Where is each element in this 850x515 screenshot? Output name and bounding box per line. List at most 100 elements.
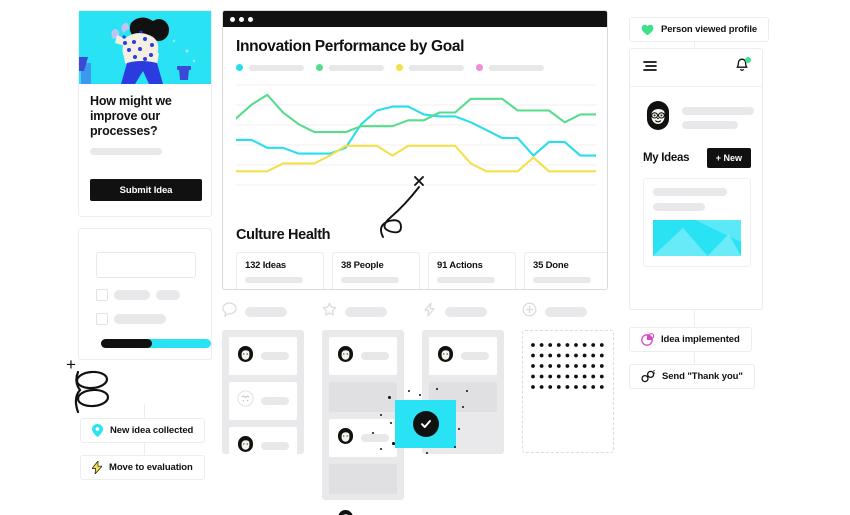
chart-title: Innovation Performance by Goal — [236, 38, 465, 55]
kanban-card[interactable] — [329, 501, 397, 515]
legend-item-2[interactable] — [316, 64, 384, 71]
badge-new-idea-collected[interactable]: New idea collected — [80, 418, 206, 443]
connector-left-1 — [144, 404, 145, 418]
kanban-column-header[interactable] — [422, 302, 504, 322]
profile-text-placeholders — [682, 106, 754, 129]
chart-series-1 — [234, 105, 598, 157]
stat-card-2[interactable]: 38 People — [332, 252, 420, 289]
stat-label: 132 Ideas — [245, 260, 286, 271]
kanban-column-body — [322, 330, 404, 515]
stat-card-3[interactable]: 91 Actions — [428, 252, 516, 290]
sparkle-dot — [380, 448, 382, 450]
card-title-ph — [261, 397, 289, 405]
kanban-column-header[interactable] — [322, 302, 404, 322]
kanban-dropzone[interactable] — [522, 330, 614, 453]
stat-sub-ph — [533, 277, 591, 283]
preview-image — [653, 220, 741, 256]
checkbox-2[interactable] — [96, 313, 108, 325]
badge-send-thank-you[interactable]: Send "Thank you" — [629, 364, 755, 389]
badge-idea-implemented[interactable]: Idea implemented — [629, 327, 752, 352]
canvas: How might we improve our processes? Subm… — [0, 0, 850, 515]
preview-meta-ph — [653, 203, 705, 211]
bell-badge — [745, 56, 751, 63]
menu-icon[interactable] — [643, 59, 658, 77]
dot-grid-icon — [531, 343, 604, 389]
submit-idea-button[interactable]: Submit Idea — [90, 179, 202, 201]
kanban-column-2 — [322, 302, 404, 515]
window-close-dot[interactable] — [230, 16, 235, 22]
sparkle-dot — [419, 394, 421, 396]
badge-label: Idea implemented — [661, 334, 740, 345]
stat-bar — [437, 289, 503, 290]
checkbox-1[interactable] — [96, 289, 108, 301]
progress-bar-fill — [101, 339, 152, 348]
window-maximize-dot[interactable] — [248, 16, 253, 22]
dashboard-browser-window: Innovation Performance by Goal Culture H… — [222, 10, 608, 290]
card-avatar — [337, 427, 354, 449]
connector-right-3 — [694, 352, 695, 364]
card-avatar — [237, 390, 254, 412]
idea-prompt-body: How might we improve our processes? — [79, 84, 211, 155]
stat-card-4[interactable]: 35 Done — [524, 252, 607, 289]
kanban-column-header[interactable] — [222, 302, 304, 322]
form-option-row-1[interactable] — [96, 289, 180, 301]
sparkle-dot — [458, 428, 460, 430]
stat-bar — [245, 289, 317, 290]
idea-prompt-placeholder-line — [90, 148, 162, 155]
chart-legend — [236, 64, 594, 71]
dragged-card[interactable] — [395, 400, 456, 448]
legend-label-ph — [489, 64, 544, 71]
kanban-card[interactable] — [329, 419, 397, 457]
panel-topbar — [630, 49, 762, 87]
sparkle-dot — [372, 432, 374, 434]
badge-person-viewed-profile[interactable]: Person viewed profile — [629, 17, 770, 42]
chart-series-2 — [234, 93, 598, 134]
legend-color-dot — [476, 64, 483, 71]
card-avatar — [237, 345, 254, 367]
browser-titlebar — [223, 11, 607, 27]
stats-row: 132 Ideas 38 People 91 Actions 35 Done — [236, 252, 607, 290]
idea-prompt-title: How might we improve our processes? — [90, 94, 172, 138]
kanban-card[interactable] — [229, 337, 297, 375]
legend-item-3[interactable] — [396, 64, 464, 71]
profile-row[interactable] — [630, 87, 762, 135]
kanban-card[interactable] — [329, 337, 397, 375]
stat-card-1[interactable]: 132 Ideas — [236, 252, 324, 290]
sparkle-dot — [388, 396, 391, 399]
new-idea-button[interactable]: + New — [706, 148, 751, 168]
card-title-ph — [261, 442, 289, 450]
legend-item-4[interactable] — [476, 64, 544, 71]
card-avatar — [437, 345, 454, 367]
stat-label: 91 Actions — [437, 260, 483, 271]
bell-icon[interactable] — [735, 56, 751, 78]
spiral-doodle-icon — [72, 368, 124, 421]
stat-label: 35 Done — [533, 260, 569, 271]
kanban-column-header[interactable] — [522, 302, 614, 322]
sparkle-dot — [426, 452, 428, 454]
idea-preview-card[interactable] — [643, 178, 751, 267]
card-title-ph — [361, 434, 389, 442]
legend-label-ph — [249, 64, 304, 71]
kanban-card[interactable] — [229, 427, 297, 465]
option-label-ph-3 — [114, 314, 166, 324]
curved-arrow-icon — [375, 167, 439, 244]
stat-sub-ph — [437, 277, 495, 283]
badge-label: Move to evaluation — [109, 462, 193, 473]
plus-circle-icon[interactable] — [522, 302, 537, 322]
my-ideas-app-panel: My Ideas + New — [629, 48, 763, 310]
speech-bubble-icon — [222, 302, 237, 322]
sparkle-dot — [408, 390, 410, 392]
idea-form-card — [78, 228, 212, 360]
badge-move-to-evaluation[interactable]: Move to evaluation — [80, 455, 205, 480]
legend-color-dot — [316, 64, 323, 71]
idea-title-input[interactable] — [96, 252, 196, 278]
lightning-icon — [92, 461, 102, 474]
kanban-card[interactable] — [429, 337, 497, 375]
sparkle-dot — [380, 414, 382, 416]
culture-health-title: Culture Health — [236, 227, 331, 243]
window-minimize-dot[interactable] — [239, 16, 244, 22]
kanban-card[interactable] — [229, 382, 297, 420]
legend-item-1[interactable] — [236, 64, 304, 71]
sparkle-dot — [466, 390, 468, 392]
form-option-row-2[interactable] — [96, 313, 166, 325]
